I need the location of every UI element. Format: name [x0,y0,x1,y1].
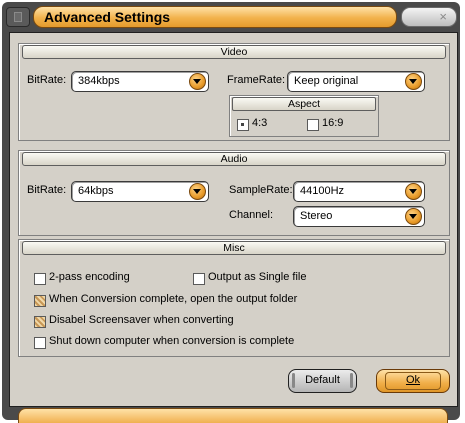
channel-value: Stereo [300,210,333,222]
video-header: Video [22,45,446,59]
samplerate-label: SampleRate: [229,184,293,196]
samplerate-value: 44100Hz [300,185,345,197]
samplerate-select[interactable]: 44100Hz [293,181,425,202]
open-folder-checkbox[interactable] [34,295,46,307]
title-bar: Advanced Settings × [4,4,458,28]
framerate-value: Keep original [294,75,359,87]
default-button[interactable]: Default [288,369,357,393]
open-folder-label: When Conversion complete, open the outpu… [49,293,298,305]
shutdown-label: Shut down computer when conversion is co… [49,335,295,347]
audio-bitrate-select[interactable]: 64kbps [71,181,209,202]
single-file-label: Output as Single file [208,271,307,283]
aspect-header: Aspect [232,97,376,111]
chevron-down-icon[interactable] [405,183,422,200]
framerate-select[interactable]: Keep original [287,71,425,92]
disable-screensaver-label: Disabel Screensaver when converting [49,314,234,326]
chevron-down-icon[interactable] [189,73,206,90]
framerate-label: FrameRate: [227,74,286,86]
video-bitrate-label: BitRate: [27,74,67,86]
chevron-down-icon[interactable] [405,208,422,225]
video-bitrate-value: 384kbps [78,75,120,87]
two-pass-checkbox[interactable] [34,273,46,285]
channel-label: Channel: [229,209,274,221]
title-pill: Advanced Settings [33,6,397,28]
misc-group: Misc 2-pass encoding Output as Single fi… [18,239,450,357]
disable-screensaver-checkbox[interactable] [34,316,46,328]
aspect-group: Aspect 4:3 16:9 [229,95,379,137]
chevron-down-icon[interactable] [189,183,206,200]
ok-button-label: Ok [385,372,441,390]
bottom-bar [18,408,448,423]
video-group: Video BitRate: 384kbps FrameRate: Keep o… [18,43,450,141]
dialog-body: Video BitRate: 384kbps FrameRate: Keep o… [9,32,458,407]
channel-select[interactable]: Stereo [293,206,425,227]
misc-header: Misc [22,241,446,255]
close-icon: × [439,9,447,24]
aspect-16-9-label: 16:9 [322,117,344,129]
aspect-4-3-radio[interactable] [237,119,249,131]
audio-group: Audio BitRate: 64kbps SampleRate: 44100H… [18,150,450,236]
two-pass-label: 2-pass encoding [49,271,130,283]
shutdown-checkbox[interactable] [34,337,46,349]
window-title: Advanced Settings [44,9,171,25]
aspect-4-3-label: 4:3 [252,117,268,129]
close-button[interactable]: × [401,7,457,27]
audio-bitrate-value: 64kbps [78,185,114,197]
chevron-down-icon[interactable] [405,73,422,90]
audio-bitrate-label: BitRate: [27,184,67,196]
single-file-checkbox[interactable] [193,273,205,285]
ok-button[interactable]: Ok [376,369,450,393]
video-bitrate-select[interactable]: 384kbps [71,71,209,92]
audio-header: Audio [22,152,446,166]
window-menu-icon[interactable] [6,7,30,27]
aspect-16-9-radio[interactable] [307,119,319,131]
